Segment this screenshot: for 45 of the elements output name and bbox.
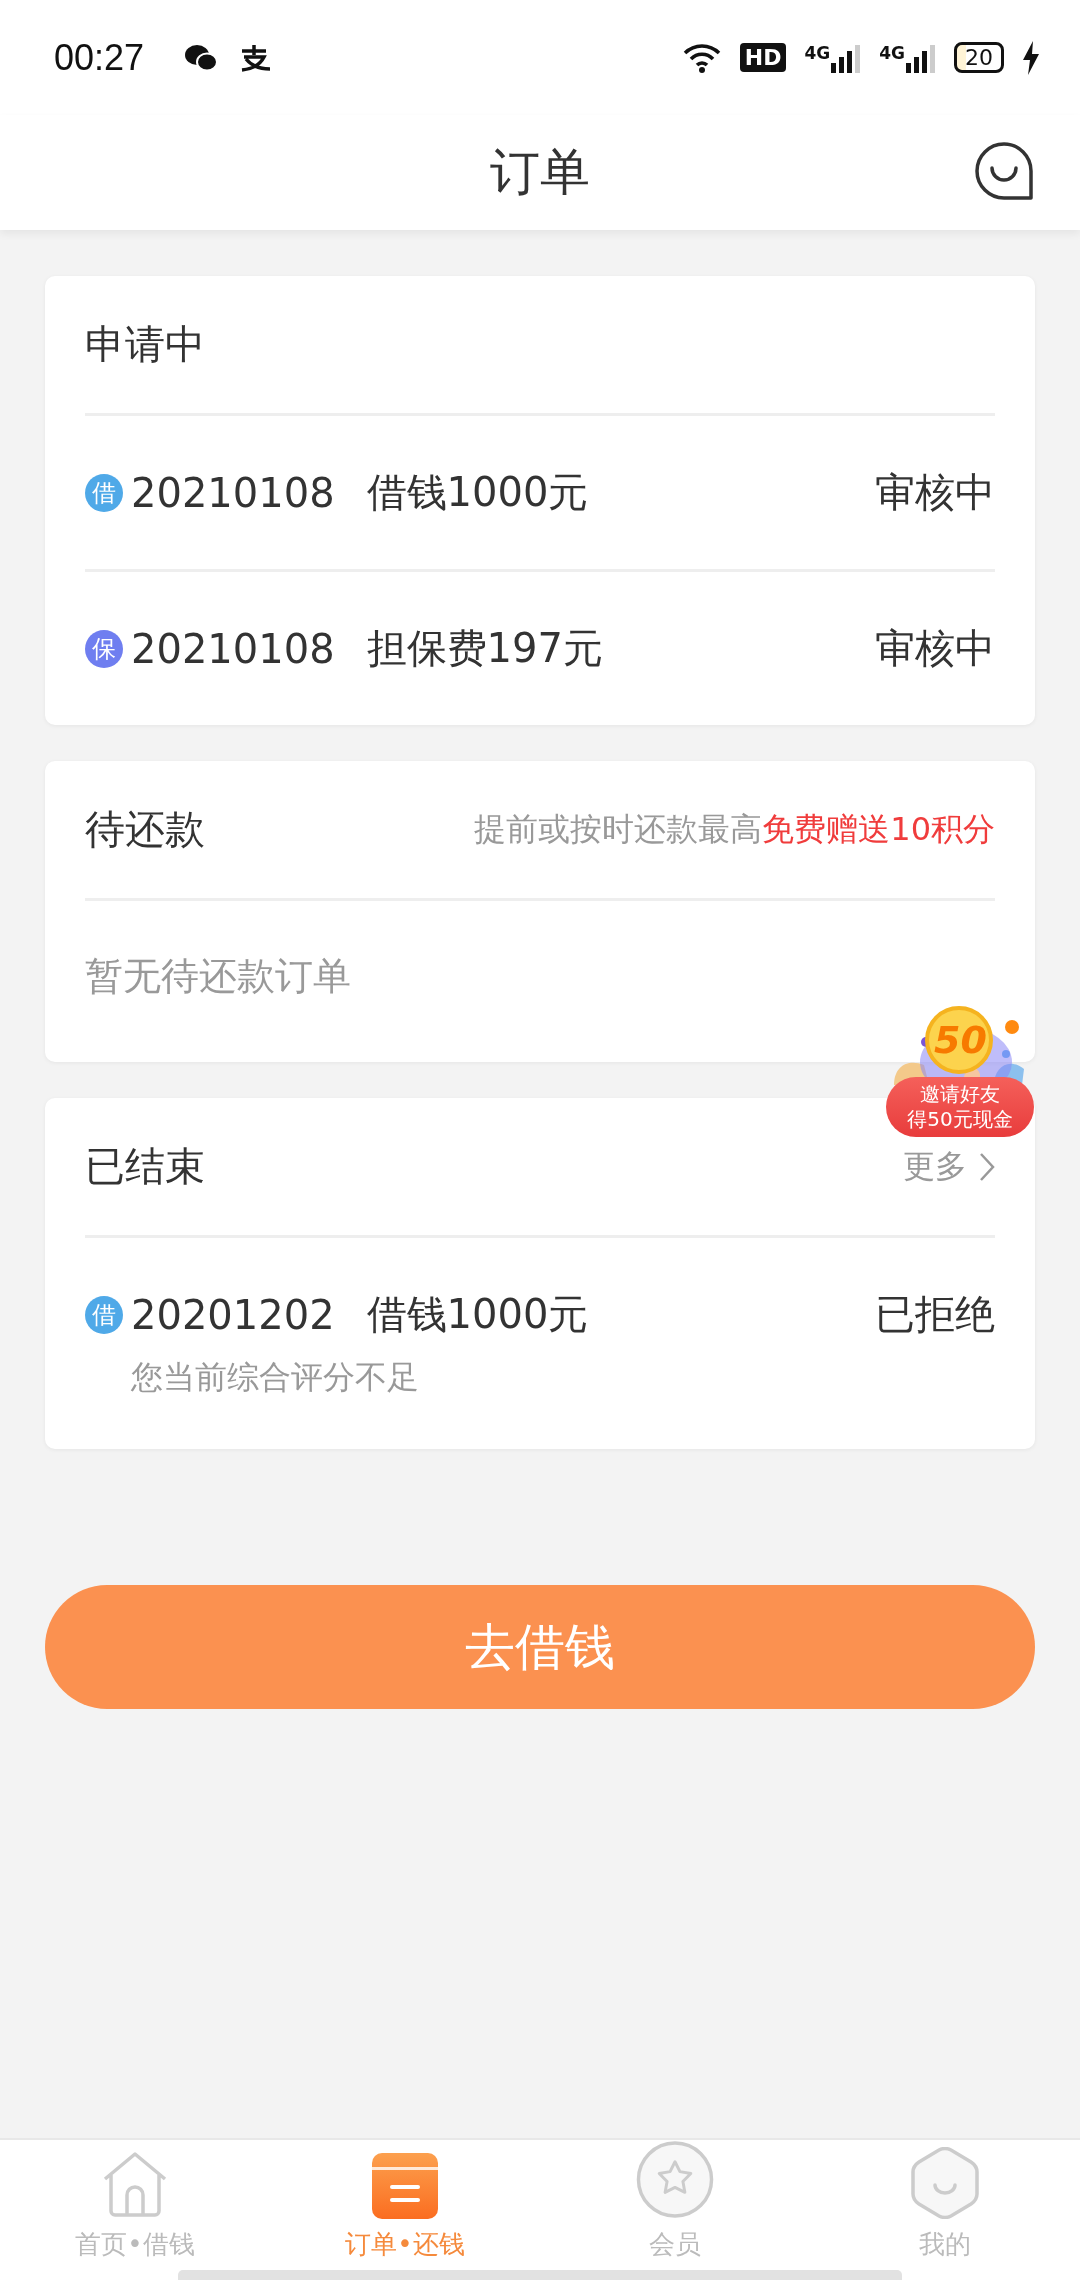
reward-note: 提前或按时还款最高免费赠送10积分 xyxy=(474,808,995,850)
empty-message: 暂无待还款订单 xyxy=(85,953,351,1000)
customer-service-icon[interactable] xyxy=(973,140,1035,202)
charging-icon xyxy=(1022,40,1040,75)
order-description: 借钱1000元 xyxy=(366,468,589,517)
tag-icon: 保 xyxy=(85,629,123,668)
coin-value: 50 xyxy=(934,1018,987,1062)
order-description: 担保费197元 xyxy=(366,624,603,673)
status-time: 00:27 xyxy=(54,36,145,79)
borrow-button[interactable]: 去借钱 xyxy=(45,1585,1035,1709)
order-description: 借钱1000元 xyxy=(366,1290,589,1339)
section-title: 待还款 xyxy=(85,805,205,854)
home-icon xyxy=(101,2151,169,2219)
battery-level: 20 xyxy=(954,42,1004,73)
invite-promo[interactable]: 50 邀请好友 得50元现金 xyxy=(884,990,1036,1140)
network-type: 4G xyxy=(804,42,831,63)
nav-tab[interactable]: 我的 xyxy=(810,2140,1080,2268)
signal-icon xyxy=(906,42,936,73)
order-status: 已拒绝 xyxy=(875,1290,995,1339)
section-title: 申请中 xyxy=(85,320,205,369)
network-type: 4G xyxy=(879,42,905,63)
page-title: 订单 xyxy=(490,142,590,203)
orders-icon xyxy=(372,2153,438,2219)
order-status: 审核中 xyxy=(875,468,995,517)
nav-tab[interactable]: 首页•借钱 xyxy=(0,2140,270,2268)
order-status: 审核中 xyxy=(875,624,995,673)
order-date: 20210108 xyxy=(131,625,335,672)
tag-icon: 借 xyxy=(85,1295,123,1334)
smiley-icon xyxy=(911,2147,979,2219)
order-date: 20201202 xyxy=(131,1291,335,1338)
nav-tab[interactable]: 订单•还钱 xyxy=(270,2140,540,2268)
order-date: 20210108 xyxy=(131,469,335,516)
chat-app-icon xyxy=(184,42,219,73)
order-reason: 您当前综合评分不足 xyxy=(131,1357,420,1398)
tag-icon: 借 xyxy=(85,473,123,512)
wifi-icon xyxy=(681,41,722,74)
more-link[interactable]: 更多 xyxy=(903,1144,967,1189)
nav-tab[interactable]: 会员 xyxy=(540,2140,810,2268)
invite-reward: 得50元现金 xyxy=(907,1107,1013,1132)
invite-badge[interactable]: 邀请好友 得50元现金 xyxy=(886,1077,1034,1137)
chevron-right-icon[interactable] xyxy=(979,1151,995,1182)
invite-text: 邀请好友 xyxy=(920,1082,1000,1107)
section-title: 已结束 xyxy=(85,1142,205,1191)
signal-icon xyxy=(831,42,862,73)
hd-voice-icon: HD xyxy=(739,43,787,72)
